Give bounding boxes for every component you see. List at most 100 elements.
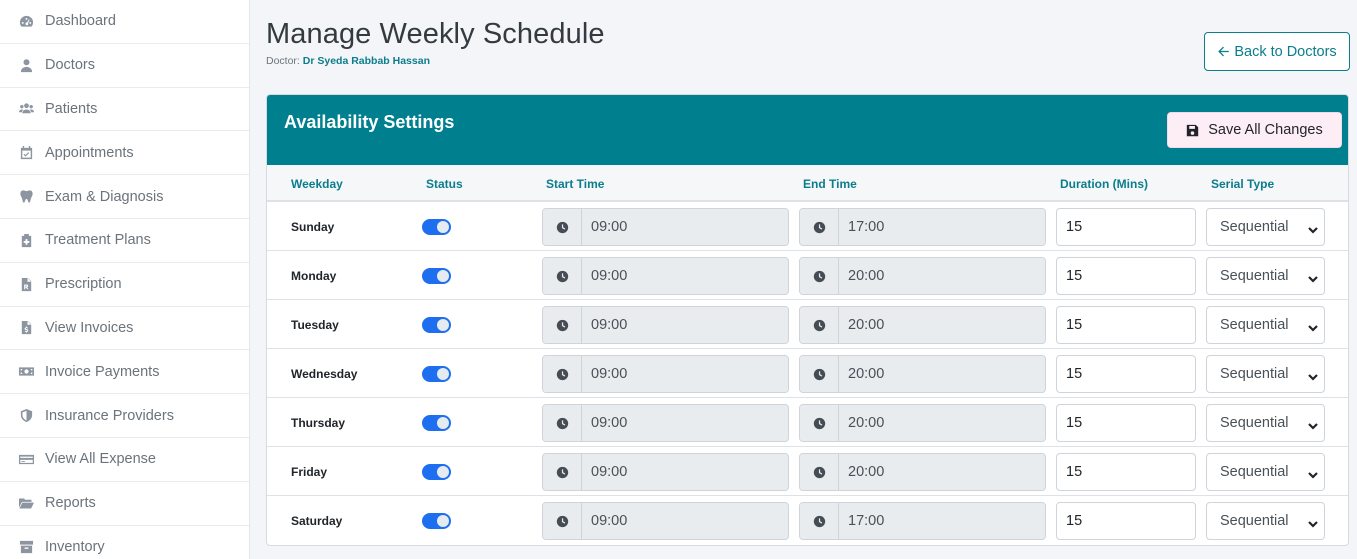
start-time-field[interactable]: 09:00: [542, 306, 789, 344]
end-time-field[interactable]: 17:00: [799, 208, 1046, 246]
sidebar-item-invoice-payments[interactable]: Invoice Payments: [0, 350, 249, 395]
status-toggle[interactable]: [422, 513, 451, 529]
duration-input[interactable]: 15: [1056, 208, 1196, 246]
card-header: Availability Settings Save All Changes: [267, 95, 1348, 165]
serial-type-select[interactable]: Sequential: [1206, 208, 1325, 246]
end-time-field[interactable]: 20:00: [799, 453, 1046, 491]
serial-type-value: Sequential: [1220, 219, 1289, 235]
sidebar-item-prescription[interactable]: Prescription: [0, 263, 249, 307]
sidebar-item-label: Invoice Payments: [45, 363, 160, 380]
shield-icon: [18, 408, 34, 424]
serial-type-value: Sequential: [1220, 464, 1289, 480]
chevron-down-icon: [1308, 272, 1318, 283]
sidebar-item-label: Dashboard: [45, 13, 116, 30]
doctor-info: Doctor: Dr Syeda Rabbab Hassan: [266, 55, 430, 67]
start-time-field[interactable]: 09:00: [542, 453, 789, 491]
sidebar: Dashboard Doctors Patients Appointments …: [0, 0, 250, 559]
serial-type-select[interactable]: Sequential: [1206, 306, 1325, 344]
sidebar-item-label: View Invoices: [45, 319, 134, 336]
start-time-field[interactable]: 09:00: [542, 502, 789, 540]
chevron-down-icon: [1308, 517, 1318, 528]
sidebar-item-doctors[interactable]: Doctors: [0, 44, 249, 88]
start-time-field[interactable]: 09:00: [542, 355, 789, 393]
duration-input[interactable]: 15: [1056, 355, 1196, 393]
end-time-field[interactable]: 20:00: [799, 404, 1046, 442]
weekday-label: Thursday: [291, 416, 346, 430]
calendar-check-icon: [18, 145, 34, 161]
clock-icon: [543, 503, 582, 539]
serial-type-value: Sequential: [1220, 268, 1289, 284]
sidebar-item-label: View All Expense: [45, 451, 156, 468]
dashboard-icon: [18, 13, 34, 29]
save-all-changes-label: Save All Changes: [1208, 122, 1323, 138]
duration-input[interactable]: 15: [1056, 257, 1196, 295]
sidebar-item-appointments[interactable]: Appointments: [0, 131, 249, 176]
serial-type-select[interactable]: Sequential: [1206, 355, 1325, 393]
duration-input[interactable]: 15: [1056, 306, 1196, 344]
start-time-value: 09:00: [582, 356, 788, 392]
toggle-knob: [437, 319, 449, 331]
weekday-label: Monday: [291, 269, 337, 283]
serial-type-select[interactable]: Sequential: [1206, 502, 1325, 540]
card-title: Availability Settings: [284, 112, 455, 132]
end-time-field[interactable]: 17:00: [799, 502, 1046, 540]
prescription-file-icon: [18, 276, 34, 292]
clock-icon: [800, 258, 839, 294]
sidebar-item-reports[interactable]: Reports: [0, 482, 249, 526]
money-bill-icon: [18, 364, 34, 380]
end-time-field[interactable]: 20:00: [799, 355, 1046, 393]
sidebar-item-dashboard[interactable]: Dashboard: [0, 0, 249, 44]
sidebar-item-exam-diagnosis[interactable]: Exam & Diagnosis: [0, 175, 249, 219]
start-time-value: 09:00: [582, 405, 788, 441]
toggle-knob: [437, 270, 449, 282]
end-time-field[interactable]: 20:00: [799, 257, 1046, 295]
duration-input[interactable]: 15: [1056, 453, 1196, 491]
column-header-weekday: Weekday: [291, 177, 343, 191]
clock-icon: [543, 307, 582, 343]
availability-card: Availability Settings Save All Changes W…: [266, 94, 1349, 546]
sidebar-item-view-all-expense[interactable]: View All Expense: [0, 438, 249, 482]
sidebar-item-label: Doctors: [45, 57, 95, 74]
end-time-value: 17:00: [839, 209, 1045, 245]
status-toggle[interactable]: [422, 317, 451, 333]
clock-icon: [800, 356, 839, 392]
weekday-label: Sunday: [291, 220, 335, 234]
clock-icon: [543, 356, 582, 392]
status-toggle[interactable]: [422, 366, 451, 382]
schedule-table-body: Sunday 09:00 17:00 15 Sequential Monday …: [267, 202, 1348, 545]
duration-input[interactable]: 15: [1056, 404, 1196, 442]
end-time-field[interactable]: 20:00: [799, 306, 1046, 344]
status-toggle[interactable]: [422, 219, 451, 235]
serial-type-select[interactable]: Sequential: [1206, 404, 1325, 442]
status-toggle[interactable]: [422, 464, 451, 480]
serial-type-select[interactable]: Sequential: [1206, 453, 1325, 491]
doctor-label: Doctor:: [266, 55, 300, 67]
table-row: Thursday 09:00 20:00 15 Sequential: [267, 398, 1348, 447]
back-to-doctors-button[interactable]: Back to Doctors: [1204, 32, 1350, 71]
clipboard-medical-icon: [18, 232, 34, 248]
status-toggle[interactable]: [422, 268, 451, 284]
sidebar-item-inventory[interactable]: Inventory: [0, 526, 249, 559]
table-row: Wednesday 09:00 20:00 15 Sequential: [267, 349, 1348, 398]
toggle-knob: [437, 221, 449, 233]
end-time-value: 20:00: [839, 405, 1045, 441]
sidebar-item-patients[interactable]: Patients: [0, 88, 249, 132]
save-all-changes-button[interactable]: Save All Changes: [1167, 112, 1342, 148]
table-row: Tuesday 09:00 20:00 15 Sequential: [267, 300, 1348, 349]
clock-icon: [800, 454, 839, 490]
start-time-field[interactable]: 09:00: [542, 404, 789, 442]
weekday-label: Saturday: [291, 514, 343, 528]
sidebar-item-view-invoices[interactable]: View Invoices: [0, 307, 249, 351]
start-time-field[interactable]: 09:00: [542, 257, 789, 295]
serial-type-select[interactable]: Sequential: [1206, 257, 1325, 295]
toggle-knob: [437, 466, 449, 478]
end-time-value: 17:00: [839, 503, 1045, 539]
start-time-field[interactable]: 09:00: [542, 208, 789, 246]
doctor-icon: [18, 57, 34, 73]
sidebar-item-label: Reports: [45, 495, 96, 512]
duration-input[interactable]: 15: [1056, 502, 1196, 540]
table-row: Saturday 09:00 17:00 15 Sequential: [267, 496, 1348, 545]
sidebar-item-treatment-plans[interactable]: Treatment Plans: [0, 219, 249, 263]
status-toggle[interactable]: [422, 415, 451, 431]
sidebar-item-insurance-providers[interactable]: Insurance Providers: [0, 394, 249, 438]
